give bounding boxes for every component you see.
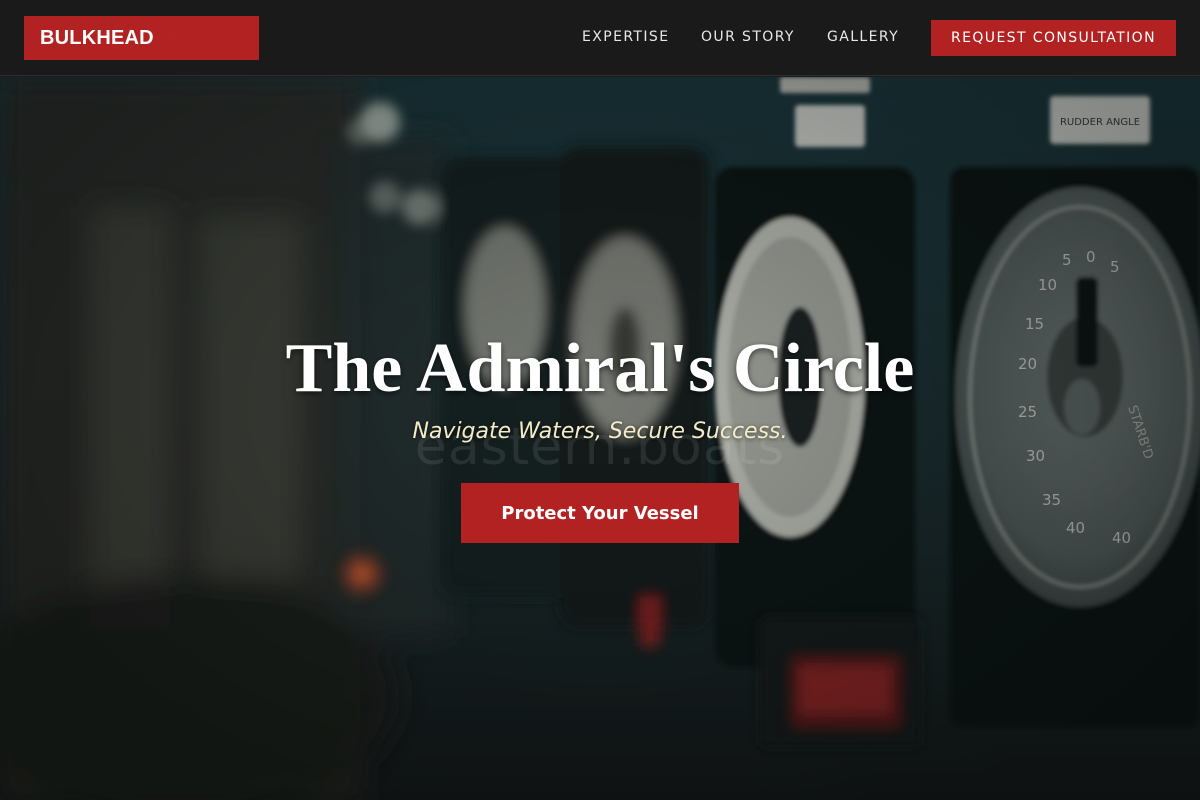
brand-name-secondary: MARINE xyxy=(161,26,242,49)
dial-number: 5 xyxy=(1110,258,1120,276)
dial-number: 40 xyxy=(1066,519,1085,537)
brand-name-primary: BULKHEAD xyxy=(40,26,154,49)
dial-number: 5 xyxy=(1062,251,1072,269)
nav-link-gallery[interactable]: GALLERY xyxy=(827,29,899,45)
brand-logo[interactable]: BULKHEAD MARINE xyxy=(24,16,259,60)
dial-number: 40 xyxy=(1112,529,1131,547)
placard-label: RUDDER ANGLE xyxy=(1060,117,1140,128)
hero-subtitle: Navigate Waters, Secure Success. xyxy=(412,419,788,444)
nav-link-expertise[interactable]: EXPERTISE xyxy=(582,29,669,45)
site-header: BULKHEAD MARINE EXPERTISE OUR STORY GALL… xyxy=(0,0,1200,76)
nav-link-our-story[interactable]: OUR STORY xyxy=(701,29,795,45)
request-consultation-button[interactable]: REQUEST CONSULTATION xyxy=(931,20,1176,56)
dial-number: 0 xyxy=(1086,248,1096,266)
hero-title: The Admiral's Circle xyxy=(285,330,915,407)
dial-number: 10 xyxy=(1038,276,1057,294)
protect-vessel-button[interactable]: Protect Your Vessel xyxy=(461,483,739,543)
hero-section: 10 5 0 5 15 20 25 30 35 40 40 STARB'D RUDDER ANGLE… xyxy=(0,77,1200,800)
dial-number: 35 xyxy=(1042,491,1061,509)
